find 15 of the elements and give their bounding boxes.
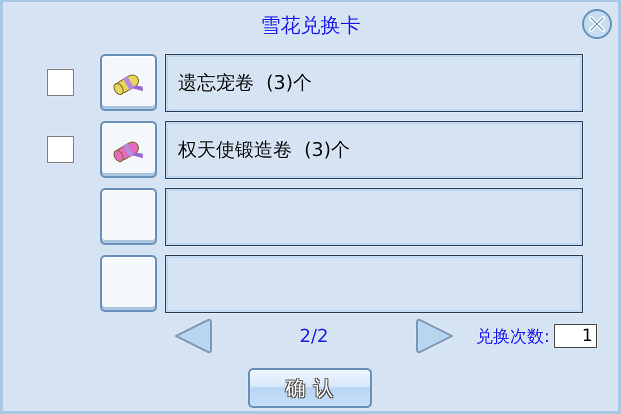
previous-page-icon[interactable] — [172, 316, 214, 356]
exchange-count-field[interactable]: 1 — [554, 324, 597, 348]
page-indicator: 2/2 — [298, 326, 330, 346]
window-title: 雪花兑换卡 — [260, 12, 360, 39]
item-slot[interactable] — [100, 255, 157, 312]
item-name-field: 遗忘宠卷 (3)个 — [165, 54, 583, 112]
exchange-count-label: 兑换次数: — [476, 326, 550, 348]
checkbox[interactable] — [47, 69, 74, 96]
close-icon[interactable] — [581, 8, 613, 40]
item-name-field: 权天使锻造卷 (3)个 — [165, 120, 583, 178]
item-slot[interactable] — [100, 121, 157, 178]
checkbox[interactable] — [47, 136, 74, 163]
next-page-icon[interactable] — [414, 316, 456, 356]
item-slot[interactable] — [100, 54, 157, 111]
item-slot[interactable] — [100, 188, 157, 245]
